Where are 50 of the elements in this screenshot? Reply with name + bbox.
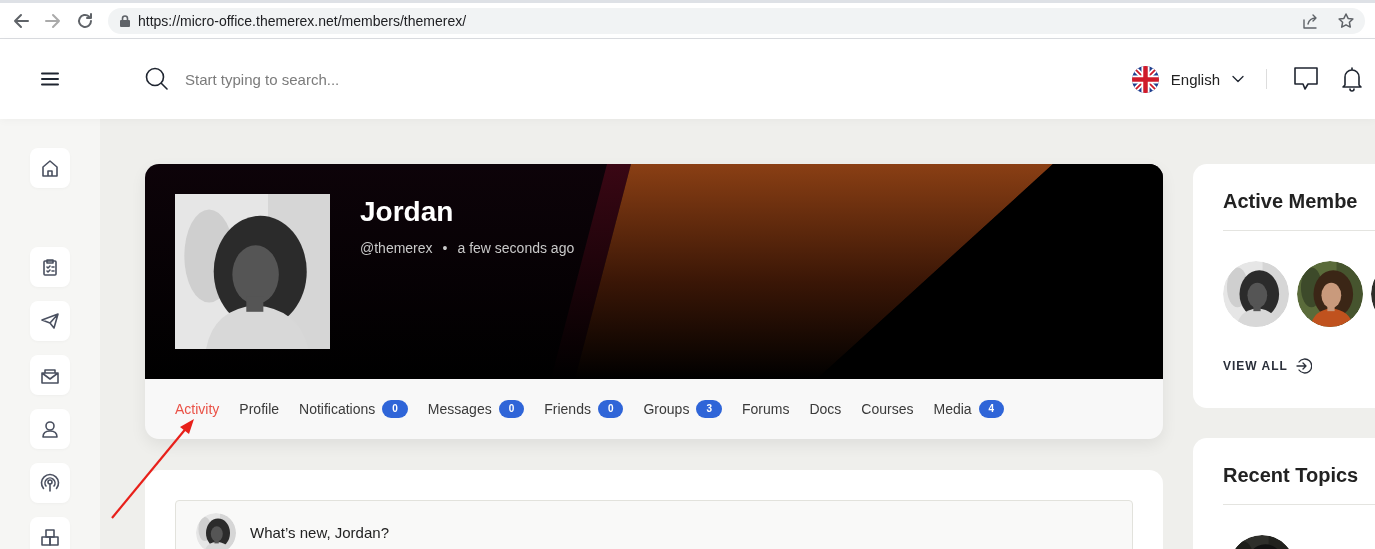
groups-button[interactable] [30, 517, 70, 549]
back-icon[interactable] [12, 11, 30, 30]
last-active-time: a few seconds ago [457, 240, 575, 256]
home-icon [40, 158, 60, 178]
url-text: https://micro-office.themerex.net/members/themerex/ [138, 12, 468, 29]
count-badge: 3 [696, 400, 722, 418]
paper-plane-icon [40, 311, 60, 331]
profile-tab[interactable]: Docs [809, 401, 842, 417]
user-icon [40, 419, 60, 439]
broadcast-icon [40, 473, 60, 493]
profile-tab[interactable]: Notifications 0 [299, 400, 408, 418]
menu-icon[interactable] [41, 72, 59, 86]
view-all-link[interactable]: VIEW ALL [1223, 358, 1312, 374]
address-bar[interactable]: https://micro-office.themerex.net/members/themerex/ [108, 7, 1365, 34]
profile-tab[interactable]: Groups 3 [643, 400, 722, 418]
broadcast-button[interactable] [30, 463, 70, 503]
chat-icon[interactable] [1293, 66, 1319, 92]
profile-button[interactable] [30, 409, 70, 449]
star-icon[interactable] [1337, 11, 1355, 30]
post-composer[interactable]: What’s new, Jordan? [175, 500, 1133, 549]
count-badge: 4 [978, 400, 1005, 418]
lock-icon [120, 14, 130, 27]
profile-tab[interactable]: Messages 0 [427, 400, 525, 418]
composer-prompt: What’s new, Jordan? [250, 524, 389, 541]
mail-button[interactable] [30, 355, 70, 395]
profile-tab[interactable]: Profile [239, 401, 280, 417]
home-button[interactable] [30, 148, 70, 188]
widget-title: Recent Topics [1223, 464, 1359, 487]
profile-tab[interactable]: Forums [741, 401, 790, 417]
send-button[interactable] [30, 301, 70, 341]
stacked-squares-icon [40, 527, 60, 547]
separator-dot: • [442, 240, 448, 256]
flag-icon [1131, 65, 1159, 93]
language-selector[interactable]: English [1170, 70, 1220, 88]
chevron-down-icon[interactable] [1232, 75, 1244, 83]
username: @themerex [360, 240, 433, 256]
count-badge: 0 [498, 400, 525, 418]
tasks-button[interactable] [30, 247, 70, 287]
profile-tab[interactable]: Media 4 [933, 400, 1005, 418]
profile-name: Jordan [360, 196, 455, 228]
reload-icon[interactable] [76, 11, 94, 30]
count-badge: 0 [382, 400, 408, 418]
search-field[interactable]: Start typing to search... [183, 69, 487, 89]
profile-tab[interactable]: Courses [861, 401, 914, 417]
search-icon[interactable] [145, 67, 169, 91]
profile-tab[interactable]: Friends 0 [544, 400, 624, 418]
clipboard-icon [40, 257, 60, 277]
bell-icon[interactable] [1341, 66, 1363, 92]
widget-title: Active Membe [1223, 190, 1358, 213]
count-badge: 0 [597, 400, 624, 418]
